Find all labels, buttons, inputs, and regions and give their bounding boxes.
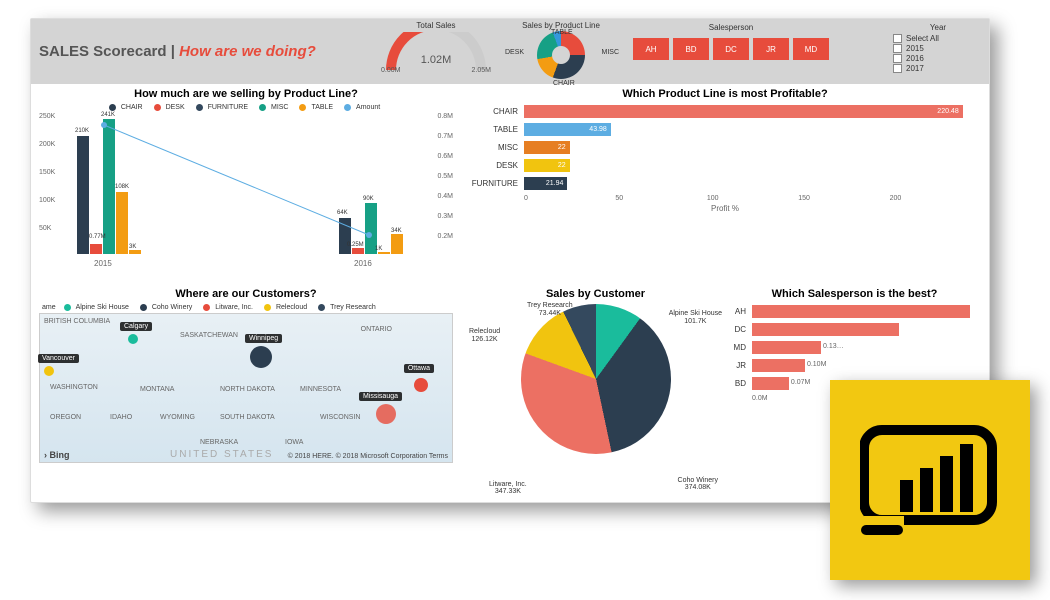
panel-profit-by-line[interactable]: Which Product Line is most Profitable? C… <box>461 84 989 284</box>
year-row-2015[interactable]: 2015 <box>893 44 983 53</box>
sp-btn-jr[interactable]: JR <box>753 38 789 60</box>
map-attribution: © 2018 HERE. © 2018 Microsoft Corporatio… <box>288 453 448 460</box>
year-row-all[interactable]: Select All <box>893 34 983 43</box>
gauge-label: Total Sales <box>371 21 501 30</box>
chart-title: Which Salesperson is the best? <box>728 288 981 300</box>
chart-title: Sales by Customer <box>469 288 722 300</box>
donut-lbl-top: TABLE <box>551 29 573 36</box>
legend: CHAIR DESK FURNITURE MISC TABLE Amount <box>39 104 453 111</box>
hbar-chart: CHAIR220.48 TABLE43.98 MISC22 DESK22 FUR… <box>469 105 981 213</box>
sp-btn-bd[interactable]: BD <box>673 38 709 60</box>
sp-btn-md[interactable]: MD <box>793 38 829 60</box>
pie-chart <box>521 304 671 454</box>
sp-btn-ah[interactable]: AH <box>633 38 669 60</box>
combo-chart: 250K 200K 150K 100K 50K 0.8M 0.7M 0.6M 0… <box>39 113 453 268</box>
map-visual[interactable]: BRITISH COLUMBIA SASKATCHEWAN ONTARIO WA… <box>39 313 453 463</box>
map-legend: ame Alpine Ski House Coho Winery Litware… <box>39 304 453 311</box>
year-label: Year <box>893 23 983 32</box>
chart-title: Which Product Line is most Profitable? <box>469 88 981 100</box>
pie-lbl-coho: Coho Winery374.08K <box>678 477 718 492</box>
panel-customers-map[interactable]: Where are our Customers? ame Alpine Ski … <box>31 284 461 502</box>
gauge-arc-icon: 1.02M 0.00M 2.05M <box>381 32 491 72</box>
page-title: SALES Scorecard | How are we doing? <box>39 43 316 60</box>
header-bar: SALES Scorecard | How are we doing? Tota… <box>31 19 989 84</box>
gauge-value: 1.02M <box>381 54 491 66</box>
checkbox-icon[interactable] <box>893 44 902 53</box>
gauge-max: 2.05M <box>472 67 491 74</box>
salesperson-label: Salesperson <box>621 23 841 32</box>
pie-lbl-alpine: Alpine Ski House101.7K <box>669 310 722 325</box>
year-slicer: Year Select All 2015 2016 2017 <box>893 23 983 74</box>
total-sales-gauge[interactable]: Total Sales 1.02M 0.00M 2.05M <box>371 21 501 72</box>
pie-lbl-relecloud: Relecloud126.12K <box>469 328 500 343</box>
pie-lbl-litware: Litware, Inc.347.33K <box>489 481 527 496</box>
checkbox-icon[interactable] <box>893 64 902 73</box>
line-series <box>69 113 429 254</box>
panel-sales-by-customer[interactable]: Sales by Customer Trey Research73.44K Al… <box>469 288 722 498</box>
gauge-min: 0.00M <box>381 67 400 74</box>
x-axis-label: Profit % <box>469 204 981 213</box>
sp-btn-dc[interactable]: DC <box>713 38 749 60</box>
bing-logo: › Bing <box>44 450 70 460</box>
donut-icon <box>537 31 585 79</box>
checkbox-icon[interactable] <box>893 34 902 43</box>
panel-product-line-sales[interactable]: How much are we selling by Product Line?… <box>31 84 461 284</box>
powerbi-logo-icon <box>830 380 1030 580</box>
chart-title: How much are we selling by Product Line? <box>39 88 453 100</box>
product-line-donut[interactable]: Sales by Product Line TABLE MISC CHAIR D… <box>511 21 611 80</box>
pie-lbl-trey: Trey Research73.44K <box>527 302 573 317</box>
checkbox-icon[interactable] <box>893 54 902 63</box>
salesperson-slicer: Salesperson AH BD DC JR MD <box>621 23 841 60</box>
chart-title: Where are our Customers? <box>39 288 453 300</box>
year-row-2016[interactable]: 2016 <box>893 54 983 63</box>
title-prefix: SALES Scorecard | <box>39 43 179 60</box>
donut-lbl-left: DESK <box>505 49 524 56</box>
year-row-2017[interactable]: 2017 <box>893 64 983 73</box>
title-question: How are we doing? <box>179 43 316 60</box>
donut-lbl-right: MISC <box>602 49 620 56</box>
